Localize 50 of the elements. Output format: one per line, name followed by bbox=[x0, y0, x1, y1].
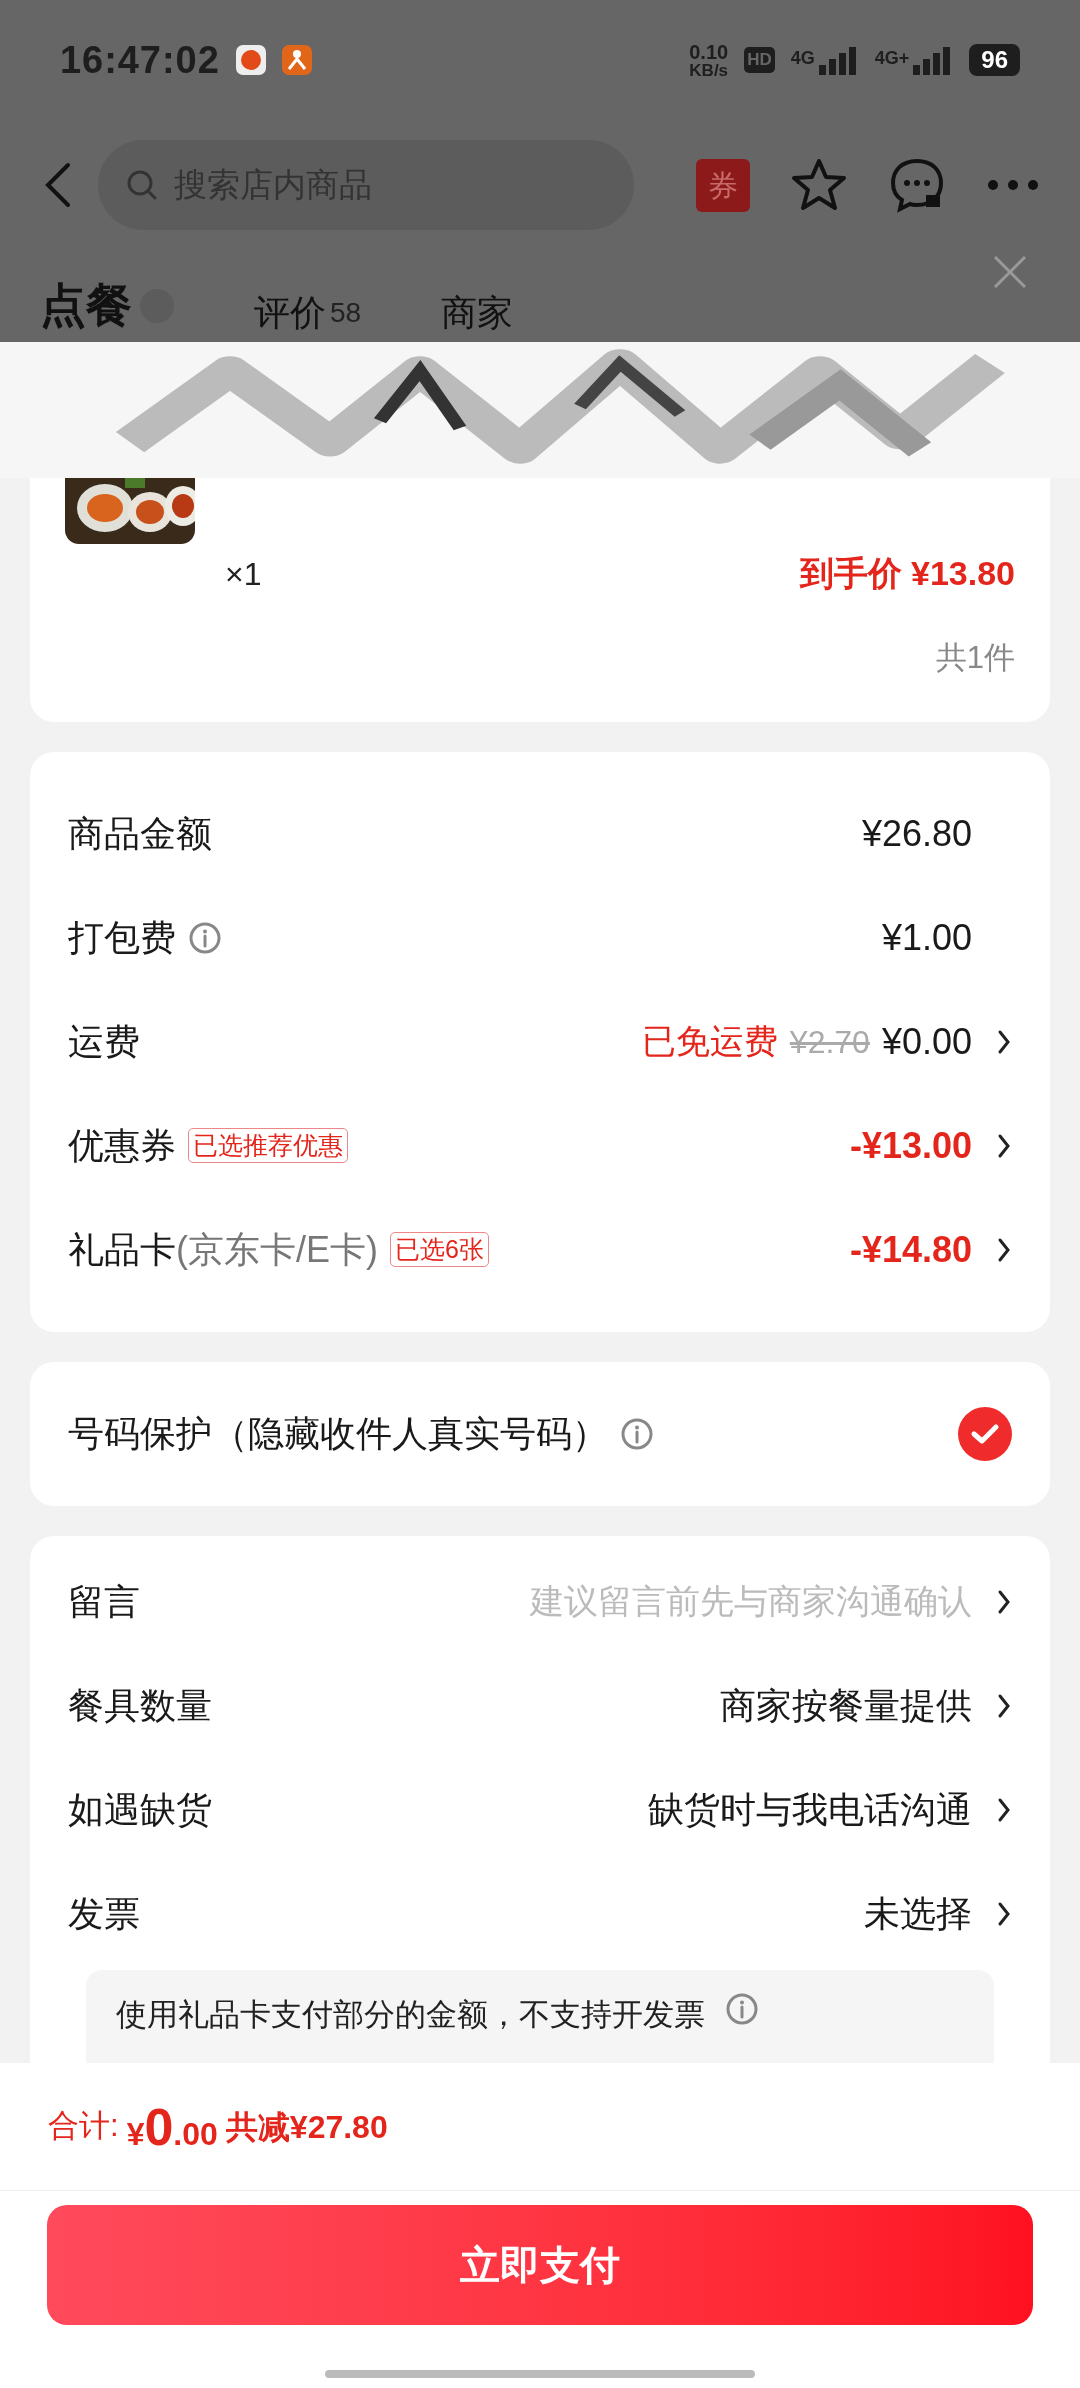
selection-tag: 已选推荐优惠 bbox=[188, 1128, 348, 1163]
check-icon bbox=[970, 1421, 1000, 1446]
free-shipping-note: 已免运费 bbox=[641, 1021, 778, 1062]
option-row[interactable]: 留言 建议留言前先与商家沟通确认 bbox=[68, 1549, 1012, 1654]
number-protection-label: 号码保护（隐藏收件人真实号码） bbox=[68, 1411, 608, 1456]
network-type: 4G+ bbox=[874, 47, 910, 70]
item-count: 共1件 bbox=[935, 639, 1015, 677]
price-value: -¥14.80 bbox=[849, 1227, 972, 1272]
status-time: 16:47:02 bbox=[60, 37, 220, 83]
checkbox[interactable] bbox=[958, 1406, 1012, 1461]
network-speed: 0.10 bbox=[689, 41, 729, 62]
info-icon[interactable] bbox=[620, 1416, 654, 1451]
pay-button[interactable]: 立即支付 bbox=[47, 2205, 1033, 2325]
price-value: ¥0.00 bbox=[881, 1019, 972, 1064]
total-label: 合计: bbox=[48, 2107, 119, 2146]
app-notification-icon bbox=[281, 45, 312, 75]
option-row[interactable]: 发票 未选择 bbox=[68, 1861, 1012, 1966]
option-row[interactable]: 餐具数量 商家按餐量提供 bbox=[68, 1653, 1012, 1758]
network-type: 4G bbox=[790, 47, 815, 70]
star-icon[interactable] bbox=[790, 157, 848, 213]
chat-icon[interactable] bbox=[888, 157, 946, 213]
price-value: -¥13.00 bbox=[849, 1123, 972, 1168]
total-amount: ¥0.00 bbox=[126, 2096, 218, 2158]
price-value: ¥1.00 bbox=[881, 915, 972, 960]
tab[interactable]: 商家 bbox=[441, 286, 514, 340]
price-label: 运费 bbox=[68, 1019, 140, 1064]
total-discount: 共减¥27.80 bbox=[225, 2107, 388, 2147]
price-value: ¥26.80 bbox=[861, 811, 972, 856]
info-icon[interactable] bbox=[725, 1991, 759, 2026]
search-icon bbox=[126, 169, 158, 201]
price-label: 打包费 bbox=[68, 915, 176, 960]
tab[interactable]: 评价 58 bbox=[254, 286, 362, 340]
battery-indicator: 96 bbox=[969, 44, 1020, 76]
tab[interactable]: 点餐 bbox=[40, 271, 174, 340]
selection-tag: 已选6张 bbox=[390, 1232, 489, 1267]
option-row[interactable]: 如遇缺货 缺货时与我电话沟通 bbox=[68, 1757, 1012, 1862]
app-notification-icon bbox=[235, 45, 266, 75]
final-price: 到手价 ¥13.80 bbox=[799, 553, 1015, 594]
price-label: 商品金额 bbox=[68, 811, 212, 856]
info-icon[interactable] bbox=[188, 920, 222, 955]
network-speed-unit: KB/s bbox=[689, 61, 729, 79]
price-label: 礼品卡(京东卡/E卡) bbox=[68, 1227, 378, 1272]
price-label: 优惠券 bbox=[68, 1123, 176, 1168]
item-quantity: ×1 bbox=[225, 554, 262, 594]
original-price: ¥2.70 bbox=[789, 1022, 870, 1062]
hd-indicator: HD bbox=[744, 47, 775, 73]
signal-icon bbox=[818, 45, 859, 75]
invoice-note: 使用礼品卡支付部分的金额，不支持开发票 bbox=[116, 1995, 705, 2034]
coupon-badge[interactable]: 券 bbox=[696, 158, 750, 212]
more-icon[interactable] bbox=[986, 178, 1040, 192]
